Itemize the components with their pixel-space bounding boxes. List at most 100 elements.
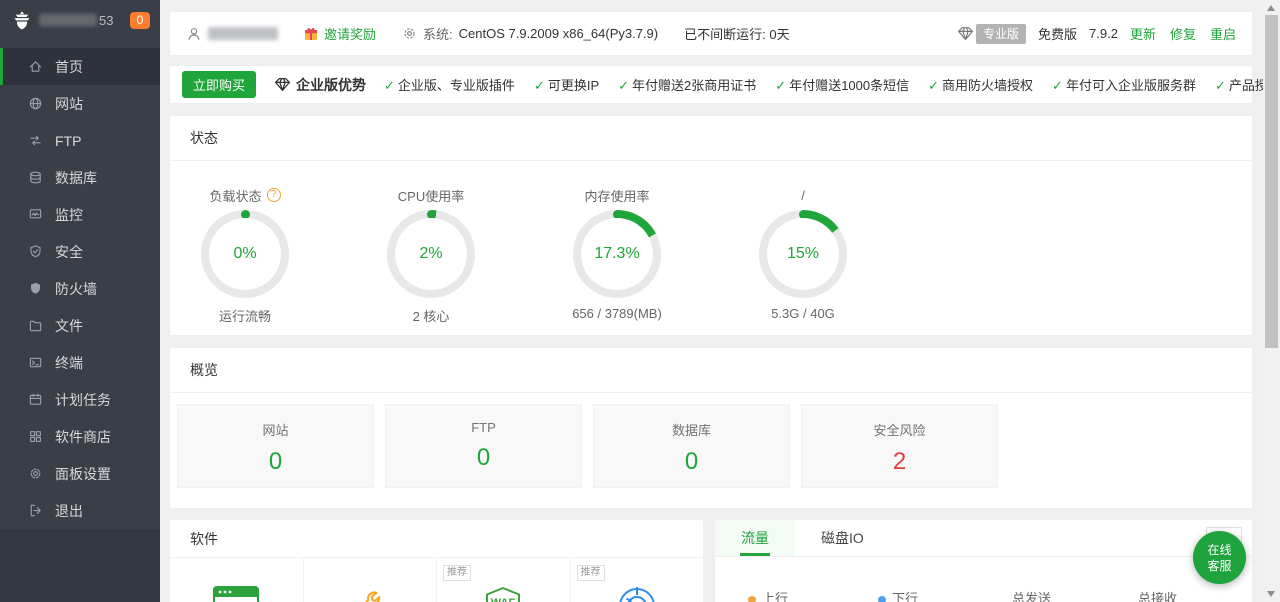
gear-icon xyxy=(28,466,43,481)
sidebar-item-files[interactable]: 文件 xyxy=(0,307,160,344)
recommend-tag: 推荐 xyxy=(577,565,605,581)
sidebar: 53 0 首页 网站 FTP 数据库 监控 安全 防火墙 xyxy=(0,0,160,602)
system-info: 系统: CentOS 7.9.2009 x86_64(Py3.7.9) xyxy=(402,24,658,43)
sidebar-footer-area xyxy=(0,529,160,602)
tab-traffic[interactable]: 流量 xyxy=(715,520,795,556)
scroll-down-arrow-icon[interactable] xyxy=(1267,591,1275,597)
software-item-2[interactable] xyxy=(304,558,438,602)
update-link[interactable]: 更新 xyxy=(1130,24,1156,43)
invite-reward[interactable]: 邀请奖励 xyxy=(304,24,376,43)
sidebar-item-label: 首页 xyxy=(55,57,83,77)
buy-now-button[interactable]: 立即购买 xyxy=(182,71,256,98)
waf-shield-icon: WAF xyxy=(483,586,523,602)
overview-card-website[interactable]: 网站 0 xyxy=(177,404,374,488)
software-item-target[interactable]: 推荐 xyxy=(571,558,704,602)
software-item-waf[interactable]: 推荐 WAF xyxy=(437,558,571,602)
sidebar-item-label: 安全 xyxy=(55,242,83,262)
sidebar-item-label: 数据库 xyxy=(55,168,97,188)
user-account[interactable] xyxy=(186,26,278,42)
sidebar-item-security[interactable]: 安全 xyxy=(0,233,160,270)
message-count-badge[interactable]: 0 xyxy=(130,12,150,29)
transfer-icon xyxy=(28,133,43,148)
load-gauge-ring: 0% xyxy=(201,210,289,298)
sidebar-item-ftp[interactable]: FTP xyxy=(0,122,160,159)
sidebar-menu: 首页 网站 FTP 数据库 监控 安全 防火墙 文件 xyxy=(0,40,160,529)
sidebar-item-firewall[interactable]: 防火墙 xyxy=(0,270,160,307)
sidebar-header: 53 0 xyxy=(0,0,160,40)
promo-bar: 立即购买 企业版优势 ✓企业版、专业版插件 ✓可更换IP ✓年付赠送2张商用证书… xyxy=(170,66,1252,103)
check-icon: ✓ xyxy=(775,78,786,93)
plan-badge-group[interactable]: 专业版 xyxy=(957,24,1026,44)
topbar: 邀请奖励 系统: CentOS 7.9.2009 x86_64(Py3.7.9)… xyxy=(170,12,1252,55)
gauge-cpu: CPU使用率 2% 2 核心 xyxy=(356,186,506,325)
sidebar-item-website[interactable]: 网站 xyxy=(0,85,160,122)
gauge-percent: 0% xyxy=(209,218,281,290)
system-value: CentOS 7.9.2009 x86_64(Py3.7.9) xyxy=(459,26,658,41)
cpu-gauge-ring: 2% xyxy=(387,210,475,298)
support-button-line: 客服 xyxy=(1207,558,1231,574)
sidebar-item-label: 软件商店 xyxy=(55,427,111,447)
check-icon: ✓ xyxy=(618,78,629,93)
overview-card-ftp[interactable]: FTP 0 xyxy=(385,404,582,488)
recommend-tag: 推荐 xyxy=(443,565,471,581)
sidebar-item-appstore[interactable]: 软件商店 xyxy=(0,418,160,455)
server-name[interactable]: 53 xyxy=(39,13,113,28)
diamond-icon xyxy=(274,77,291,92)
online-support-button[interactable]: 在线 客服 xyxy=(1193,531,1246,584)
sidebar-item-label: 终端 xyxy=(55,353,83,373)
gauge-sub: 5.3G / 40G xyxy=(728,306,878,321)
gauge-percent: 15% xyxy=(767,218,839,290)
memory-gauge-ring: 17.3% xyxy=(573,210,661,298)
home-icon xyxy=(28,59,43,74)
logout-icon xyxy=(28,503,43,518)
promo-feature: ✓年付赠送2张商用证书 xyxy=(618,75,756,94)
sidebar-item-terminal[interactable]: 终端 xyxy=(0,344,160,381)
sidebar-item-monitor[interactable]: 监控 xyxy=(0,196,160,233)
scroll-up-arrow-icon[interactable] xyxy=(1267,5,1275,11)
disk-gauge-ring: 15% xyxy=(759,210,847,298)
gauge-memory: 内存使用率 17.3% 656 / 3789(MB) xyxy=(542,186,692,321)
sidebar-item-logout[interactable]: 退出 xyxy=(0,492,160,529)
page-scrollbar[interactable] xyxy=(1263,0,1280,602)
software-title: 软件 xyxy=(170,520,703,558)
status-section: 状态 负载状态? 0% 运行流畅 CPU使用率 2% 2 核心 内存使用率 17… xyxy=(170,116,1252,335)
check-icon: ✓ xyxy=(384,78,395,93)
tools-icon xyxy=(349,586,391,602)
overview-card-value: 0 xyxy=(178,448,373,476)
repair-link[interactable]: 修复 xyxy=(1170,24,1196,43)
overview-card-security-risk[interactable]: 安全风险 2 xyxy=(801,404,998,488)
sidebar-item-label: 防火墙 xyxy=(55,279,97,299)
help-icon[interactable]: ? xyxy=(267,188,281,202)
terminal-icon xyxy=(28,355,43,370)
gauge-label: / xyxy=(801,188,805,203)
legend-dot-blue xyxy=(878,596,886,602)
shield-check-icon xyxy=(28,244,43,259)
restart-link[interactable]: 重启 xyxy=(1210,24,1236,43)
overview-card-database[interactable]: 数据库 0 xyxy=(593,404,790,488)
sidebar-item-database[interactable]: 数据库 xyxy=(0,159,160,196)
gauge-disk-root: / 15% 5.3G / 40G xyxy=(728,186,878,321)
version-number: 7.9.2 xyxy=(1089,26,1118,41)
database-icon xyxy=(28,170,43,185)
edition-label: 免费版 xyxy=(1038,24,1077,43)
server-name-suffix: 53 xyxy=(99,13,113,28)
promo-features: ✓企业版、专业版插件 ✓可更换IP ✓年付赠送2张商用证书 ✓年付赠送1000条… xyxy=(384,75,1280,94)
tab-disk-io[interactable]: 磁盘IO xyxy=(795,520,890,556)
sidebar-item-label: 监控 xyxy=(55,205,83,225)
scrollbar-thumb[interactable] xyxy=(1265,15,1278,348)
sidebar-item-cron[interactable]: 计划任务 xyxy=(0,381,160,418)
monitor-section: 流量 磁盘IO 上行 下行 总发送 总接收 xyxy=(715,520,1252,602)
gift-icon xyxy=(304,27,318,41)
monitor-tabs: 流量 磁盘IO xyxy=(715,520,1252,557)
gauge-percent: 17.3% xyxy=(581,218,653,290)
software-item-1[interactable] xyxy=(170,558,304,602)
gauge-label: 负载状态 xyxy=(209,186,261,205)
sidebar-item-label: 退出 xyxy=(55,501,83,521)
uptime-label: 已不间断运行: 0天 xyxy=(684,24,789,43)
sidebar-item-settings[interactable]: 面板设置 xyxy=(0,455,160,492)
sidebar-item-home[interactable]: 首页 xyxy=(0,48,160,85)
system-label: 系统: xyxy=(423,24,453,43)
overview-card-label: 安全风险 xyxy=(802,420,997,439)
software-section: 软件 推荐 WAF 推荐 xyxy=(170,520,703,602)
gear-icon xyxy=(402,26,417,41)
